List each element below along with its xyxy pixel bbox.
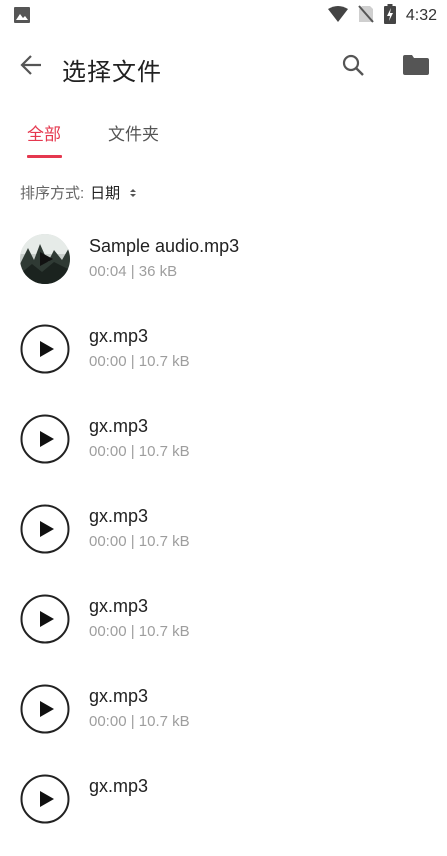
file-name: gx.mp3 <box>89 776 149 796</box>
list-item[interactable]: gx.mp3 00:00 | 10.7 kB <box>0 676 447 766</box>
sort-dropdown-icon[interactable] <box>128 186 138 198</box>
audio-thumbnail <box>20 234 70 284</box>
status-bar: 4:32 <box>0 0 447 32</box>
file-name: gx.mp3 <box>89 506 149 526</box>
back-arrow-icon <box>20 54 42 81</box>
file-meta: 00:00 | 10.7 kB <box>89 443 190 460</box>
page-title: 选择文件 <box>62 59 162 86</box>
tab-all[interactable]: 全部 <box>27 120 61 145</box>
file-meta: 00:00 | 10.7 kB <box>89 533 190 550</box>
folder-icon <box>403 54 429 80</box>
file-name: gx.mp3 <box>89 596 149 616</box>
list-item[interactable]: Sample audio.mp3 00:04 | 36 kB <box>0 226 447 316</box>
play-icon <box>20 324 70 374</box>
play-icon <box>20 414 70 464</box>
toolbar: 选择文件 <box>0 36 447 96</box>
battery-charging-icon <box>383 3 396 29</box>
file-meta: 00:00 | 10.7 kB <box>89 713 190 730</box>
gallery-icon <box>14 7 30 23</box>
file-name: Sample audio.mp3 <box>89 236 240 256</box>
wifi-icon <box>327 5 348 27</box>
file-name: gx.mp3 <box>89 326 149 346</box>
folder-button[interactable] <box>398 50 434 84</box>
list-item[interactable]: gx.mp3 00:00 | 10.7 kB <box>0 586 447 676</box>
list-item[interactable]: gx.mp3 00:00 | 10.7 kB <box>0 406 447 496</box>
sort-label: 排序方式: <box>20 184 85 202</box>
no-sim-icon <box>358 4 374 28</box>
play-icon <box>20 594 70 644</box>
search-icon <box>342 54 364 81</box>
play-icon <box>20 504 70 554</box>
list-item[interactable]: gx.mp3 00:00 | 10.7 kB <box>0 316 447 406</box>
search-button[interactable] <box>336 50 370 84</box>
tab-indicator <box>27 155 62 158</box>
tab-folders[interactable]: 文件夹 <box>108 120 159 145</box>
file-meta: 00:04 | 36 kB <box>89 263 178 280</box>
file-name: gx.mp3 <box>89 686 149 706</box>
play-icon <box>20 774 70 824</box>
list-item[interactable]: gx.mp3 00:00 | 10.7 kB <box>0 496 447 586</box>
tab-bar: 全部 文件夹 <box>0 110 447 162</box>
file-meta: 00:00 | 10.7 kB <box>89 353 190 370</box>
status-time: 4:32 <box>405 7 437 24</box>
sort-value[interactable]: 日期 <box>90 182 120 203</box>
file-meta: 00:00 | 10.7 kB <box>89 623 190 640</box>
play-icon <box>20 684 70 734</box>
list-item[interactable]: gx.mp3 <box>0 766 447 856</box>
back-button[interactable] <box>14 50 48 84</box>
file-name: gx.mp3 <box>89 416 149 436</box>
sort-control[interactable]: 排序方式: 日期 <box>20 180 138 204</box>
